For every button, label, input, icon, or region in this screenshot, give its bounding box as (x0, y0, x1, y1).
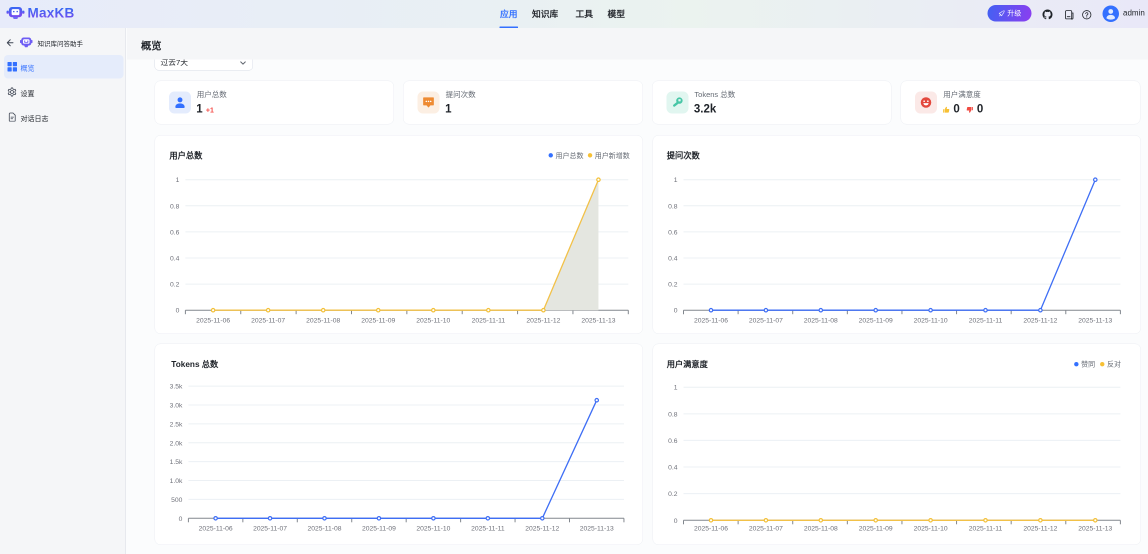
svg-text:2025-11-12: 2025-11-12 (1023, 525, 1057, 532)
svg-text:Tokens 总数: Tokens 总数 (171, 359, 219, 369)
svg-text:2025-11-08: 2025-11-08 (307, 525, 341, 532)
svg-text:500: 500 (171, 497, 182, 504)
svg-text:2025-11-12: 2025-11-12 (525, 525, 559, 532)
svg-text:2025-11-08: 2025-11-08 (306, 318, 340, 325)
svg-text:2025-11-10: 2025-11-10 (913, 318, 947, 325)
svg-text:0.8: 0.8 (170, 203, 180, 210)
svg-text:0: 0 (178, 516, 182, 523)
svg-text:2.5k: 2.5k (169, 421, 182, 428)
svg-text:2025-11-07: 2025-11-07 (251, 318, 285, 325)
svg-text:0.8: 0.8 (668, 203, 678, 210)
svg-text:2025-11-06: 2025-11-06 (196, 318, 230, 325)
svg-text:0.2: 0.2 (170, 282, 180, 289)
svg-text:2025-11-10: 2025-11-10 (913, 525, 947, 532)
svg-text:1: 1 (175, 177, 179, 184)
svg-text:2025-11-07: 2025-11-07 (749, 318, 783, 325)
svg-text:用户总数: 用户总数 (168, 150, 203, 160)
svg-text:2025-11-13: 2025-11-13 (1078, 318, 1112, 325)
svg-text:2025-11-13: 2025-11-13 (580, 525, 614, 532)
svg-text:2025-11-12: 2025-11-12 (526, 318, 560, 325)
svg-text:0.4: 0.4 (170, 256, 180, 263)
svg-text:2025-11-12: 2025-11-12 (1023, 318, 1057, 325)
svg-text:2025-11-11: 2025-11-11 (471, 525, 505, 532)
svg-text:用户新增数: 用户新增数 (595, 151, 630, 160)
svg-text:赞同: 赞同 (1081, 359, 1095, 368)
svg-text:用户总数: 用户总数 (555, 151, 583, 160)
svg-text:2025-11-10: 2025-11-10 (416, 525, 450, 532)
svg-text:0.4: 0.4 (668, 464, 678, 471)
svg-text:2.0k: 2.0k (169, 440, 182, 447)
svg-text:0: 0 (674, 518, 678, 525)
svg-text:0: 0 (175, 308, 179, 315)
svg-text:2025-11-07: 2025-11-07 (253, 525, 287, 532)
svg-text:2025-11-08: 2025-11-08 (804, 318, 838, 325)
svg-text:2025-11-13: 2025-11-13 (581, 318, 615, 325)
svg-text:0.4: 0.4 (668, 256, 678, 263)
svg-text:2025-11-10: 2025-11-10 (416, 318, 450, 325)
svg-text:2025-11-11: 2025-11-11 (969, 525, 1003, 532)
svg-text:2025-11-13: 2025-11-13 (1078, 525, 1112, 532)
svg-text:0.6: 0.6 (170, 229, 180, 236)
svg-text:2025-11-09: 2025-11-09 (361, 318, 395, 325)
svg-text:2025-11-09: 2025-11-09 (858, 318, 892, 325)
svg-text:2025-11-07: 2025-11-07 (749, 525, 783, 532)
svg-text:反对: 反对 (1107, 359, 1121, 368)
svg-text:0.2: 0.2 (668, 491, 678, 498)
svg-text:3.5k: 3.5k (169, 383, 182, 390)
svg-text:0.2: 0.2 (668, 282, 678, 289)
svg-text:2025-11-08: 2025-11-08 (804, 525, 838, 532)
svg-text:提问次数: 提问次数 (666, 150, 700, 160)
svg-text:用户满意度: 用户满意度 (666, 359, 709, 369)
svg-text:0.8: 0.8 (668, 411, 678, 418)
svg-text:2025-11-06: 2025-11-06 (694, 525, 728, 532)
svg-text:3.0k: 3.0k (169, 402, 182, 409)
svg-text:0.6: 0.6 (668, 438, 678, 445)
svg-text:1: 1 (674, 384, 678, 391)
svg-text:0: 0 (674, 308, 678, 315)
svg-text:0.6: 0.6 (668, 229, 678, 236)
svg-text:2025-11-06: 2025-11-06 (198, 525, 232, 532)
svg-text:2025-11-11: 2025-11-11 (969, 318, 1003, 325)
svg-text:1.5k: 1.5k (169, 459, 182, 466)
svg-text:2025-11-11: 2025-11-11 (471, 318, 505, 325)
svg-text:2025-11-06: 2025-11-06 (694, 318, 728, 325)
svg-text:2025-11-09: 2025-11-09 (362, 525, 396, 532)
svg-text:2025-11-09: 2025-11-09 (859, 525, 893, 532)
svg-text:1.0k: 1.0k (169, 478, 182, 485)
svg-text:1: 1 (674, 177, 678, 184)
